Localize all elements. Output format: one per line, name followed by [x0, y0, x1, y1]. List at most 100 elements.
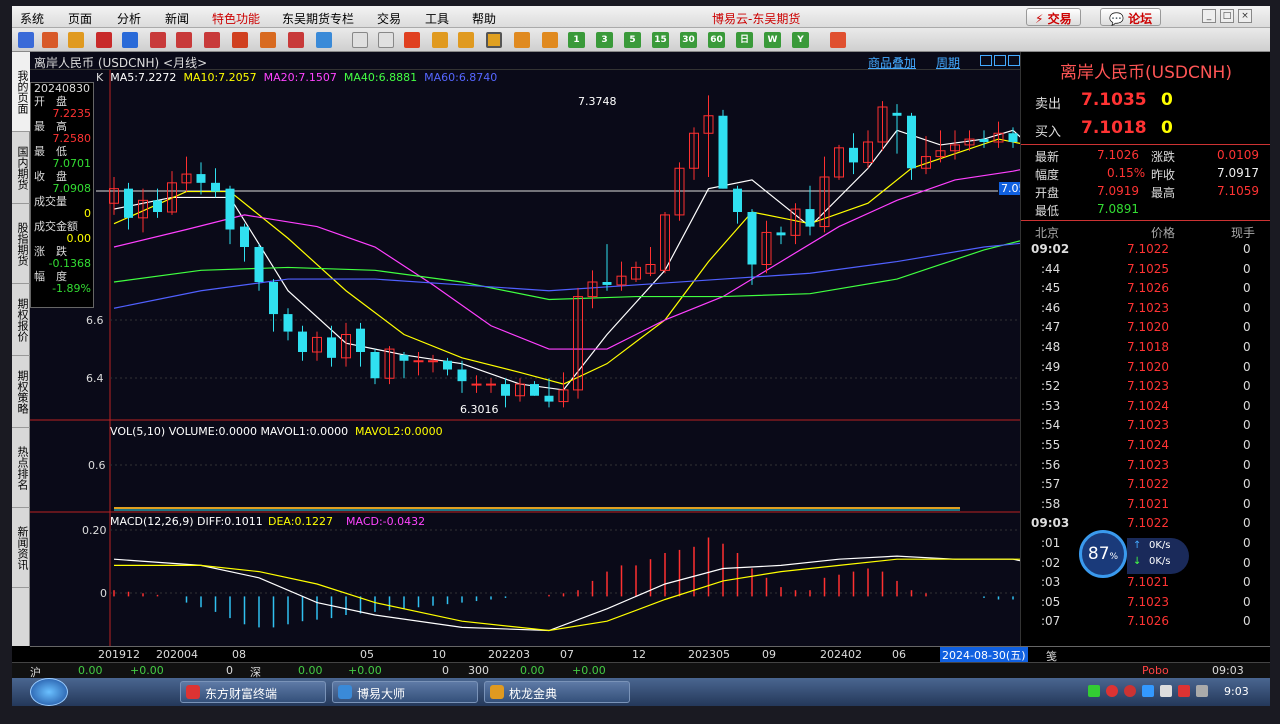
start-button[interactable] — [30, 678, 68, 706]
menu-page[interactable]: 页面 — [68, 10, 92, 27]
menu-help[interactable]: 帮助 — [472, 10, 496, 27]
home-icon[interactable] — [42, 32, 58, 48]
taskbar-clock[interactable]: 9:03 — [1224, 685, 1249, 698]
ma-line-ma5 — [113, 129, 1020, 391]
period-3-button[interactable]: 3 — [596, 32, 613, 48]
left-tab-strip: 我的页面 国内期货 股指期货 期权报价 期权策略 热点排名 新闻资讯 — [12, 52, 30, 646]
zoom-in-icon[interactable] — [150, 32, 166, 48]
filter-icon[interactable] — [288, 32, 304, 48]
high-label: 最高 — [1151, 186, 1176, 200]
candle-body-down — [283, 314, 293, 332]
prev-label: 昨收 — [1151, 168, 1176, 182]
y-tick-6-6: 6.6 — [86, 314, 104, 327]
tick-price: 7.1023 — [1127, 418, 1169, 433]
tray-mute-icon[interactable] — [1178, 685, 1190, 697]
monitor-frame: 系统 页面 分析 新闻 特色功能 东吴期货专栏 交易 工具 帮助 博易云-东吴期… — [0, 0, 1280, 724]
menu-features[interactable]: 特色功能 — [212, 10, 260, 27]
period-30-button[interactable]: 30 — [680, 32, 697, 48]
sz-volume: 0 — [442, 664, 449, 677]
back-icon[interactable] — [18, 32, 34, 48]
tick-icon[interactable] — [404, 32, 420, 48]
tab-options-strategy[interactable]: 期权策略 — [12, 356, 30, 428]
period-15-button[interactable]: 15 — [652, 32, 669, 48]
vol-label: VOL(5,10) VOLUME:0.0000 MAVOL1:0.0000 — [110, 425, 349, 438]
bar-info-box: 20240830 开 盘 7.2235 最 高 7.2580 最 低 7.070… — [30, 82, 94, 308]
period-week-button[interactable]: W — [764, 32, 781, 48]
period-day-button[interactable]: 日 — [736, 32, 753, 48]
x-period-icon[interactable] — [542, 32, 558, 48]
maximize-button[interactable]: □ — [1220, 9, 1234, 23]
high-value: 7.1059 — [1217, 184, 1259, 198]
candle-body-down — [370, 352, 380, 379]
kline-chart[interactable]: 离岸人民币 (USDCNH) <月线> 商品叠加 周期 K MA5:7.2272… — [30, 52, 1042, 662]
download-speed: 0K/s — [1149, 556, 1171, 567]
tray-shield-icon[interactable] — [1142, 685, 1154, 697]
search-icon[interactable] — [204, 32, 220, 48]
period-5-button[interactable]: 5 — [624, 32, 641, 48]
tick-time: 09:03 — [1031, 516, 1070, 531]
candle-body-up — [428, 360, 438, 363]
tab-domestic-futures[interactable]: 国内期货 — [12, 132, 30, 204]
tray-display-icon[interactable] — [1160, 685, 1172, 697]
task-zhenlong[interactable]: 枕龙金典 — [484, 681, 630, 703]
menu-dongwu-column[interactable]: 东吴期货专栏 — [282, 10, 354, 27]
chat-icon: 💬 — [1109, 12, 1129, 26]
tick-price: 7.1023 — [1127, 457, 1169, 472]
season-icon[interactable] — [514, 32, 530, 48]
zoom-out-icon[interactable] — [176, 32, 192, 48]
day-icon[interactable] — [432, 32, 448, 48]
menu-trade[interactable]: 交易 — [377, 10, 401, 27]
tray-close-icon[interactable] — [1106, 685, 1118, 697]
draw-icon[interactable] — [260, 32, 276, 48]
tab-options-quote[interactable]: 期权报价 — [12, 284, 30, 356]
pen-icon[interactable] — [232, 32, 248, 48]
line-chart-icon[interactable] — [378, 32, 394, 48]
trade-button[interactable]: ⚡ 交易 — [1026, 8, 1081, 26]
hs300-label: 300 — [468, 664, 489, 677]
period-60-button[interactable]: 60 — [708, 32, 725, 48]
calculator-icon[interactable] — [830, 32, 846, 48]
folder-icon[interactable] — [68, 32, 84, 48]
speed-gauge[interactable]: 87% — [1079, 530, 1127, 578]
tick-time: :58 — [1041, 496, 1061, 511]
tray-input-icon[interactable] — [1196, 685, 1208, 697]
task-boyi[interactable]: 博易大师 — [332, 681, 478, 703]
tick-price: 7.1021 — [1127, 575, 1169, 590]
monitor-icon[interactable] — [122, 32, 138, 48]
minimize-button[interactable]: _ — [1202, 9, 1216, 23]
month-icon[interactable] — [486, 32, 502, 48]
tab-hot-ranking[interactable]: 热点排名 — [12, 428, 30, 508]
menu-analysis[interactable]: 分析 — [117, 10, 141, 27]
week-icon[interactable] — [458, 32, 474, 48]
period-year-button[interactable]: Y — [792, 32, 809, 48]
tab-news[interactable]: 新闻资讯 — [12, 508, 30, 588]
forum-button[interactable]: 💬 论坛 — [1100, 8, 1162, 26]
tick-price: 7.1022 — [1127, 516, 1169, 531]
tick-header-price: 价格 — [1151, 226, 1176, 240]
x-tick-07: 07 — [560, 648, 574, 661]
quote-title: 离岸人民币(USDCNH) — [1060, 63, 1232, 83]
film-icon[interactable] — [96, 32, 112, 48]
close-button[interactable]: × — [1238, 9, 1252, 23]
status-time: 09:03 — [1212, 664, 1244, 677]
sz-change: +0.00 — [348, 664, 382, 677]
x-tick-06: 06 — [892, 648, 906, 661]
tick-time: :55 — [1041, 438, 1061, 452]
menu-tools[interactable]: 工具 — [425, 10, 449, 27]
settings-icon[interactable] — [316, 32, 332, 48]
tab-my-page[interactable]: 我的页面 — [12, 52, 30, 132]
vol-label-mavol2: MAVOL2:0.0000 — [355, 425, 443, 438]
x-tick-08: 08 — [232, 648, 246, 661]
last-label: 最新 — [1035, 150, 1060, 164]
tab-index-futures[interactable]: 股指期货 — [12, 204, 30, 284]
tray-error-icon[interactable] — [1124, 685, 1136, 697]
chg-value: 0.0109 — [1217, 148, 1259, 162]
tick-volume: 0 — [1243, 438, 1251, 452]
menu-system[interactable]: 系统 — [20, 10, 44, 27]
tray-network-icon[interactable] — [1088, 685, 1100, 697]
list-icon[interactable] — [352, 32, 368, 48]
menu-news[interactable]: 新闻 — [165, 10, 189, 27]
period-1-button[interactable]: 1 — [568, 32, 585, 48]
task-eastmoney[interactable]: 东方财富终端 — [180, 681, 326, 703]
bid-row: 买入 7.1018 0 — [1021, 118, 1270, 142]
